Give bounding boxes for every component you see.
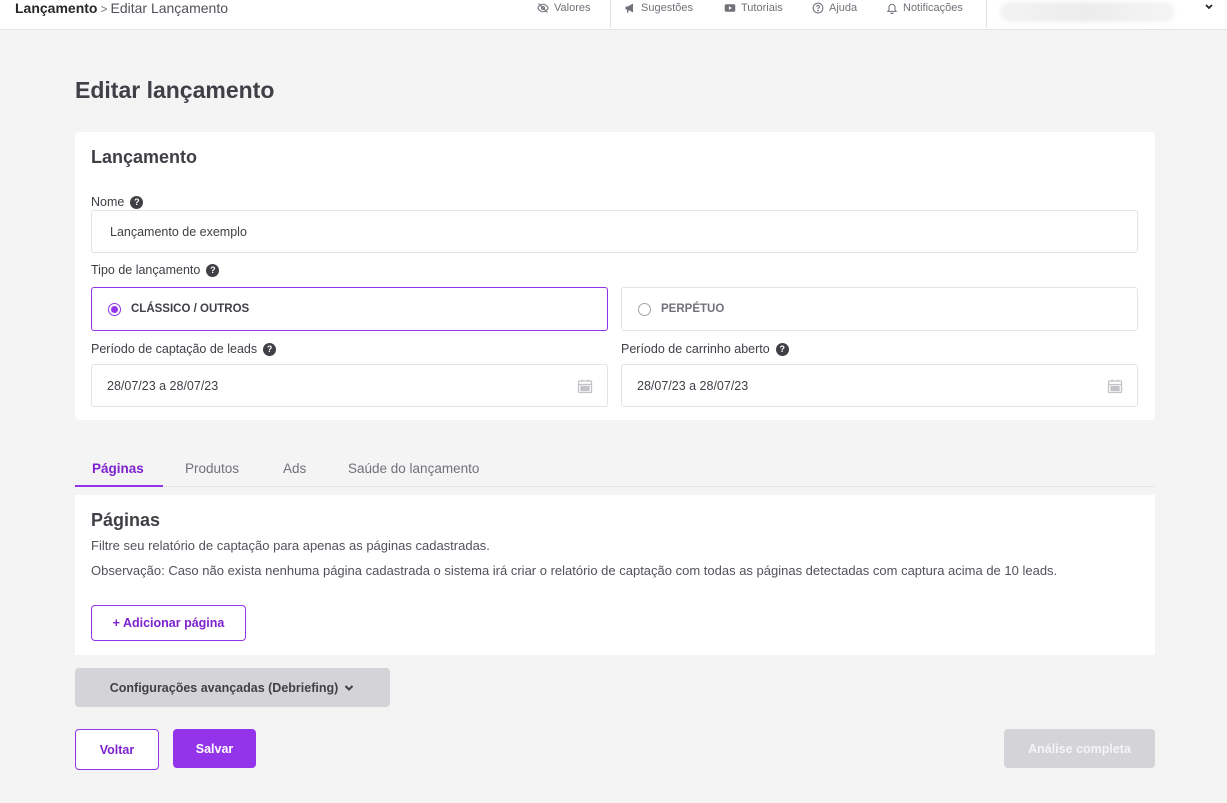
calendar-icon[interactable]: [1107, 378, 1123, 394]
tab-paginas[interactable]: Páginas: [92, 461, 144, 476]
nav-valores-label: Valores: [554, 2, 591, 14]
chevron-down-icon[interactable]: [1203, 0, 1215, 14]
chevron-down-icon: [345, 684, 354, 691]
tab-produtos[interactable]: Produtos: [185, 461, 239, 476]
breadcrumb-root[interactable]: Lançamento: [15, 0, 97, 16]
save-button[interactable]: Salvar: [173, 729, 256, 768]
carrinho-date-input[interactable]: 28/07/23 a 28/07/23: [621, 364, 1138, 407]
help-icon[interactable]: ?: [263, 342, 277, 356]
nav-notificacoes-label: Notificações: [903, 2, 963, 14]
radio-classico[interactable]: CLÁSSICO / OUTROS: [91, 287, 608, 331]
user-menu[interactable]: [1000, 2, 1175, 22]
captacao-label-text: Período de captação de leads: [91, 342, 258, 356]
nav-tutoriais[interactable]: Tutoriais: [724, 0, 783, 16]
tipo-label-text: Tipo de lançamento: [91, 263, 201, 277]
nav-tutoriais-label: Tutoriais: [741, 2, 783, 14]
advanced-settings-button[interactable]: Configurações avançadas (Debriefing): [75, 668, 390, 707]
help-icon[interactable]: ?: [130, 195, 144, 209]
carrinho-label: Período de carrinho aberto ?: [621, 342, 789, 356]
top-bar: Lançamento > Editar Lançamento Valores Sug…: [0, 0, 1227, 30]
launch-card: Lançamento Nome ? Lançamento de exemplo …: [75, 132, 1155, 420]
carrinho-date-value: 28/07/23 a 28/07/23: [637, 378, 749, 393]
radio-perpetuo[interactable]: PERPÉTUO: [621, 287, 1138, 331]
calendar-icon[interactable]: [577, 378, 593, 394]
nav-valores[interactable]: Valores: [537, 0, 590, 16]
nome-input-value: Lançamento de exemplo: [110, 224, 247, 239]
captacao-date-value: 28/07/23 a 28/07/23: [107, 378, 219, 393]
nav-sugestoes-label: Sugestões: [641, 2, 693, 14]
breadcrumb-current: Editar Lançamento: [110, 0, 229, 16]
help-icon[interactable]: ?: [775, 342, 789, 356]
radio-unselected-icon: [638, 302, 651, 316]
advanced-settings-label: Configurações avançadas (Debriefing): [109, 680, 339, 695]
nav-ajuda-label: Ajuda: [829, 2, 858, 14]
tab-ads[interactable]: Ads: [283, 461, 306, 476]
card-title: Lançamento: [91, 147, 198, 167]
back-button[interactable]: Voltar: [75, 729, 159, 770]
nav-divider: [610, 0, 611, 28]
breadcrumb-separator: >: [100, 2, 108, 16]
tipo-label: Tipo de lançamento ?: [91, 263, 220, 277]
page-title: Editar lançamento: [75, 77, 275, 103]
nome-label: Nome ?: [91, 195, 144, 209]
eye-off-icon: [537, 3, 549, 13]
help-circle-icon: [812, 2, 824, 14]
help-icon[interactable]: ?: [206, 263, 220, 277]
full-analysis-button[interactable]: Análise completa: [1004, 729, 1155, 768]
nome-input[interactable]: Lançamento de exemplo: [91, 210, 1138, 253]
captacao-label: Período de captação de leads ?: [91, 342, 277, 356]
radio-classico-label: CLÁSSICO / OUTROS: [131, 303, 250, 315]
nav-divider: [986, 0, 987, 28]
bell-icon: [886, 3, 898, 14]
nav-sugestoes[interactable]: Sugestões: [624, 0, 693, 16]
radio-selected-icon: [108, 302, 121, 316]
video-icon: [724, 4, 736, 12]
captacao-date-input[interactable]: 28/07/23 a 28/07/23: [91, 364, 608, 407]
carrinho-label-text: Período de carrinho aberto: [621, 342, 770, 356]
tab-bar: Páginas Produtos Ads Saúde do lançamento: [75, 452, 1155, 487]
nome-label-text: Nome: [91, 195, 125, 209]
panel-title: Páginas: [91, 510, 161, 530]
tab-saude[interactable]: Saúde do lançamento: [348, 461, 479, 476]
pages-panel: Páginas Filtre seu relatório de captação…: [75, 495, 1155, 655]
nav-notificacoes[interactable]: Notificações: [886, 0, 963, 16]
radio-perpetuo-label: PERPÉTUO: [661, 303, 725, 315]
breadcrumb: Lançamento > Editar Lançamento: [15, 0, 228, 17]
active-tab-indicator: [75, 485, 163, 487]
panel-description: Filtre seu relatório de captação para ap…: [91, 538, 490, 553]
megaphone-icon: [625, 3, 633, 13]
nav-ajuda[interactable]: Ajuda: [812, 0, 857, 16]
panel-note: Observação: Caso não exista nenhuma pági…: [91, 563, 1058, 578]
add-page-button[interactable]: + Adicionar página: [91, 605, 246, 641]
